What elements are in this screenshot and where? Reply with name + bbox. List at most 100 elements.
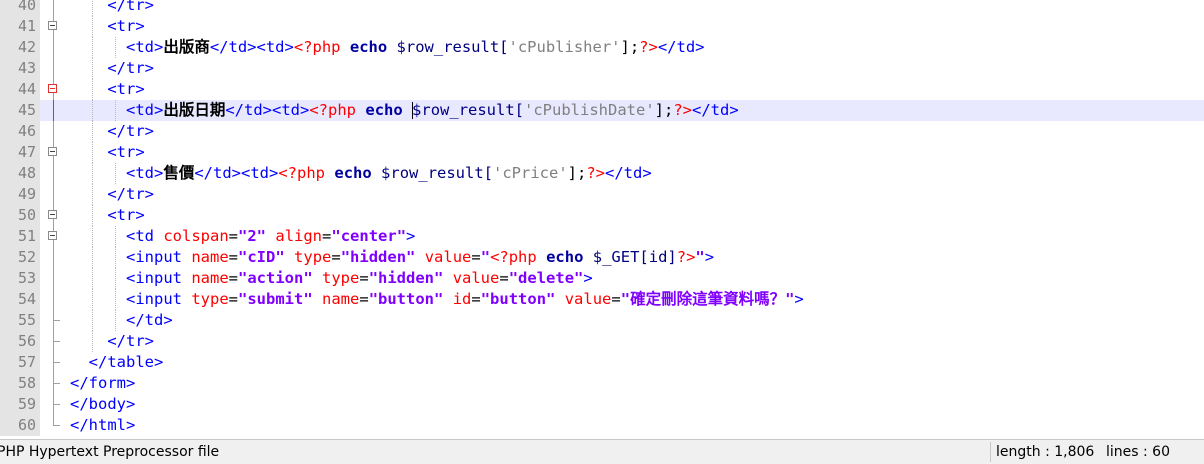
php-close: ?> [673, 101, 693, 119]
line-number: 49 [0, 184, 40, 205]
line-number: 60 [0, 415, 40, 436]
td-close-tag: </td> [126, 311, 173, 329]
quote: " [620, 290, 631, 308]
code-line[interactable]: 57 </table> [0, 352, 1204, 373]
code-line[interactable]: 53 <input name="action" type="hidden" va… [0, 268, 1204, 289]
echo-keyword: echo [349, 38, 388, 56]
punctuation: ]; [567, 164, 587, 182]
tr-close-tag: </tr> [107, 122, 154, 140]
fold-margin [44, 0, 70, 16]
input-tag: <input [126, 248, 182, 266]
variable: $row_result[ [412, 101, 525, 119]
fold-margin [44, 373, 70, 394]
code-line[interactable]: 56 </tr> [0, 331, 1204, 352]
td-tag: </td><td> [194, 164, 279, 182]
code-line[interactable]: 51 <td colspan="2" align="center"> [0, 226, 1204, 247]
fold-toggle[interactable] [44, 205, 70, 226]
php-open: <?php [293, 38, 341, 56]
fold-margin [44, 268, 70, 289]
fold-margin [44, 247, 70, 268]
code-line[interactable]: 40 </tr> [0, 0, 1204, 16]
code-editor[interactable]: 40 </tr> 41 <tr> 42 <td>出版商</td><td><?ph… [0, 0, 1204, 439]
attr-name: value [424, 248, 472, 266]
code-line[interactable]: 44 <tr> [0, 79, 1204, 100]
code-line[interactable]: 48 <td>售價</td><td><?php echo $row_result… [0, 163, 1204, 184]
attr-name: type [294, 248, 332, 266]
table-close-tag: </table> [88, 353, 164, 371]
code-line[interactable]: 58 </form> [0, 373, 1204, 394]
td-tag: </td><td> [209, 38, 294, 56]
td-tag: <td> [126, 38, 164, 56]
line-number: 47 [0, 142, 40, 163]
fold-toggle[interactable] [44, 79, 70, 100]
line-number: 48 [0, 163, 40, 184]
attr-name: value [452, 269, 500, 287]
code-line[interactable]: 52 <input name="cID" type="hidden" value… [0, 247, 1204, 268]
php-close: ?> [676, 248, 696, 266]
fold-margin [44, 37, 70, 58]
code-line[interactable]: 60 </html> [0, 415, 1204, 436]
attr-value-cjk: 確定刪除這筆資料嗎？ [630, 290, 786, 308]
echo-keyword: echo [334, 164, 372, 182]
fold-margin [44, 289, 70, 310]
variable: $row_result[ [381, 164, 494, 182]
code-line[interactable]: 50 <tr> [0, 205, 1204, 226]
line-number: 50 [0, 205, 40, 226]
code-line[interactable]: 55 </td> [0, 310, 1204, 331]
fold-margin [44, 163, 70, 184]
php-close: ?> [586, 164, 606, 182]
line-number: 41 [0, 16, 40, 37]
attr-value: "action" [238, 269, 313, 287]
line-number: 58 [0, 373, 40, 394]
code-line[interactable]: 43 </tr> [0, 58, 1204, 79]
attr-name: type [322, 269, 360, 287]
code-line[interactable]: 59 </body> [0, 394, 1204, 415]
attr-name: colspan [163, 227, 229, 245]
tr-open-tag: <tr> [107, 80, 145, 98]
line-number: 59 [0, 394, 40, 415]
tr-close-tag: </tr> [107, 332, 154, 350]
code-line[interactable]: 49 </tr> [0, 184, 1204, 205]
fold-toggle[interactable] [44, 142, 70, 163]
fold-margin [44, 121, 70, 142]
tr-open-tag: <tr> [107, 206, 145, 224]
tr-open-tag: <tr> [107, 143, 145, 161]
code-line[interactable]: 42 <td>出版商</td><td><?php echo $row_resul… [0, 37, 1204, 58]
quote: " [695, 248, 705, 266]
input-tag: <input [126, 290, 182, 308]
tr-open-tag: <tr> [107, 17, 145, 35]
label-text: 出版商 [163, 38, 210, 56]
line-number: 51 [0, 226, 40, 247]
tr-close-tag: </tr> [107, 0, 154, 14]
attr-name: align [275, 227, 323, 245]
attr-name: id [452, 290, 472, 308]
fold-toggle[interactable] [44, 16, 70, 37]
php-open: <?php [278, 164, 326, 182]
td-close-tag: </td> [657, 38, 705, 56]
code-line[interactable]: 41 <tr> [0, 16, 1204, 37]
code-line[interactable]: 46 </tr> [0, 121, 1204, 142]
code-line-current[interactable]: 45 <td>出版日期</td><td><?php echo $row_resu… [0, 100, 1204, 121]
status-divider [990, 442, 991, 462]
label-text: 售價 [163, 164, 195, 182]
line-number: 54 [0, 289, 40, 310]
td-tag: <td [126, 227, 154, 245]
tag-end: > [406, 227, 416, 245]
echo-keyword: echo [546, 248, 584, 266]
fold-toggle[interactable] [44, 226, 70, 247]
echo-keyword: echo [365, 101, 403, 119]
tag-end: > [704, 248, 715, 266]
body-close-tag: </body> [70, 395, 136, 413]
line-number: 42 [0, 37, 40, 58]
code-line[interactable]: 47 <tr> [0, 142, 1204, 163]
variable: $row_result[ [396, 38, 509, 56]
fold-margin [44, 394, 70, 415]
td-tag: <td> [126, 164, 164, 182]
attr-value: "hidden" [340, 248, 416, 266]
code-line[interactable]: 54 <input type="submit" name="button" id… [0, 289, 1204, 310]
punctuation: ]; [654, 101, 674, 119]
attr-value: "button" [368, 290, 444, 308]
php-close: ?> [639, 38, 658, 56]
attr-value: "button" [480, 290, 556, 308]
attr-value: "submit" [238, 290, 313, 308]
